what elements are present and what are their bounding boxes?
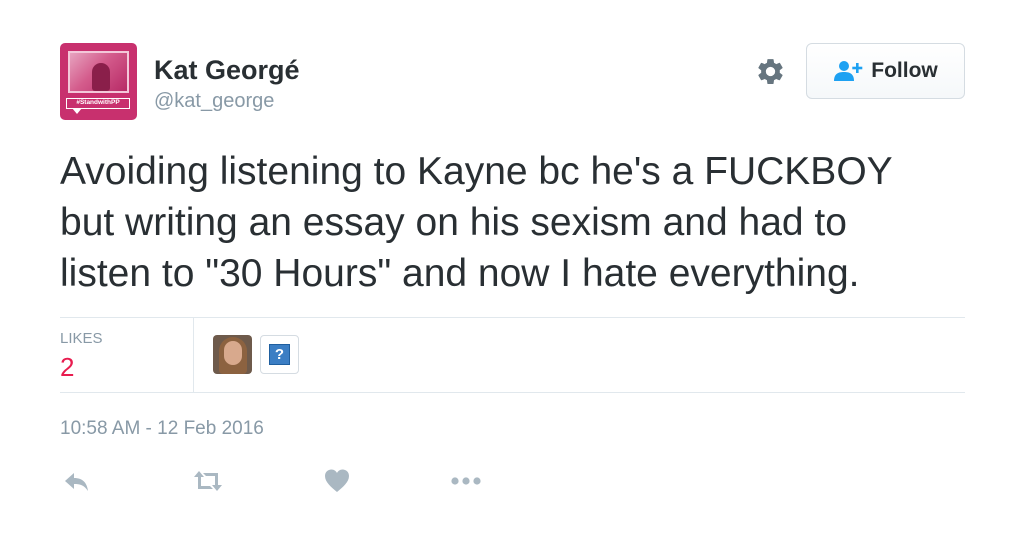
profile-avatar[interactable]: #StandwithPP (60, 43, 137, 120)
gear-icon[interactable] (755, 56, 786, 87)
tweet-text: Avoiding listening to Kayne bc he's a FU… (60, 146, 980, 299)
liker-avatar[interactable] (213, 335, 252, 374)
more-icon[interactable] (450, 467, 484, 495)
divider-bottom (60, 392, 965, 393)
liker-avatar-placeholder[interactable]: ? (260, 335, 299, 374)
heart-icon[interactable] (323, 467, 351, 495)
likes-label[interactable]: LIKES (60, 330, 103, 347)
placeholder-question-icon: ? (269, 344, 290, 365)
divider-top (60, 317, 965, 318)
user-handle[interactable]: @kat_george (154, 90, 274, 113)
stats-separator (193, 318, 194, 392)
follow-button-label: Follow (871, 59, 938, 82)
tweet-text-line-3: listen to "30 Hours" and now I hate ever… (60, 252, 860, 295)
reply-icon[interactable] (62, 467, 92, 495)
liker-avatar-face (224, 341, 242, 365)
tweet-text-line-2: but writing an essay on his sexism and h… (60, 201, 847, 244)
avatar-banner-tail (72, 108, 82, 114)
avatar-photo (68, 51, 129, 93)
avatar-person-figure (92, 63, 110, 91)
tweet-text-line-1: Avoiding listening to Kayne bc he's a FU… (60, 150, 893, 193)
tweet-timestamp[interactable]: 10:58 AM - 12 Feb 2016 (60, 418, 264, 440)
likes-count[interactable]: 2 (60, 352, 74, 383)
user-display-name[interactable]: Kat Georgé (154, 55, 300, 86)
follow-button[interactable]: Follow (806, 43, 965, 99)
add-user-icon (834, 61, 863, 81)
retweet-icon[interactable] (190, 467, 226, 495)
